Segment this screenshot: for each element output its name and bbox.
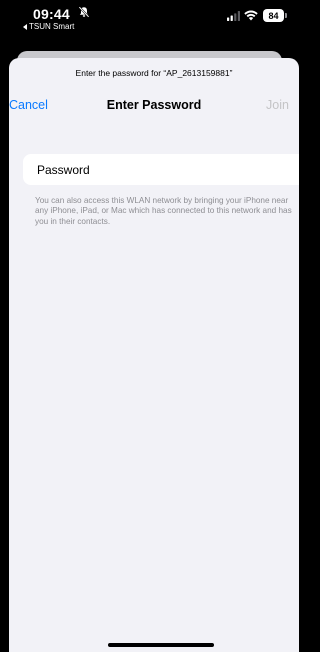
- password-field-row: [23, 154, 299, 185]
- cellular-signal-icon: [227, 11, 240, 21]
- status-bar: 09:44 TSUN Smart 84: [0, 0, 299, 50]
- page-title: Enter Password: [106, 98, 202, 112]
- back-arrow-icon: [23, 23, 27, 30]
- battery-icon: 84: [263, 9, 284, 22]
- wifi-icon: [244, 10, 258, 21]
- battery-level: 84: [268, 10, 279, 21]
- password-input[interactable]: [37, 154, 287, 185]
- password-sheet: Enter the password for “AP_2613159881” E…: [9, 58, 299, 652]
- cancel-button[interactable]: Cancel: [9, 98, 48, 112]
- silent-bell-icon: [78, 6, 90, 18]
- home-indicator[interactable]: [108, 643, 214, 647]
- join-button[interactable]: Join: [266, 98, 289, 112]
- help-text: You can also access this WLAN network by…: [35, 196, 292, 226]
- network-prompt: Enter the password for “AP_2613159881”: [75, 68, 233, 78]
- back-to-app-link[interactable]: TSUN Smart: [23, 22, 74, 31]
- battery-cap: [285, 13, 287, 18]
- back-app-label: TSUN Smart: [29, 22, 75, 31]
- clock: 09:44: [33, 6, 70, 22]
